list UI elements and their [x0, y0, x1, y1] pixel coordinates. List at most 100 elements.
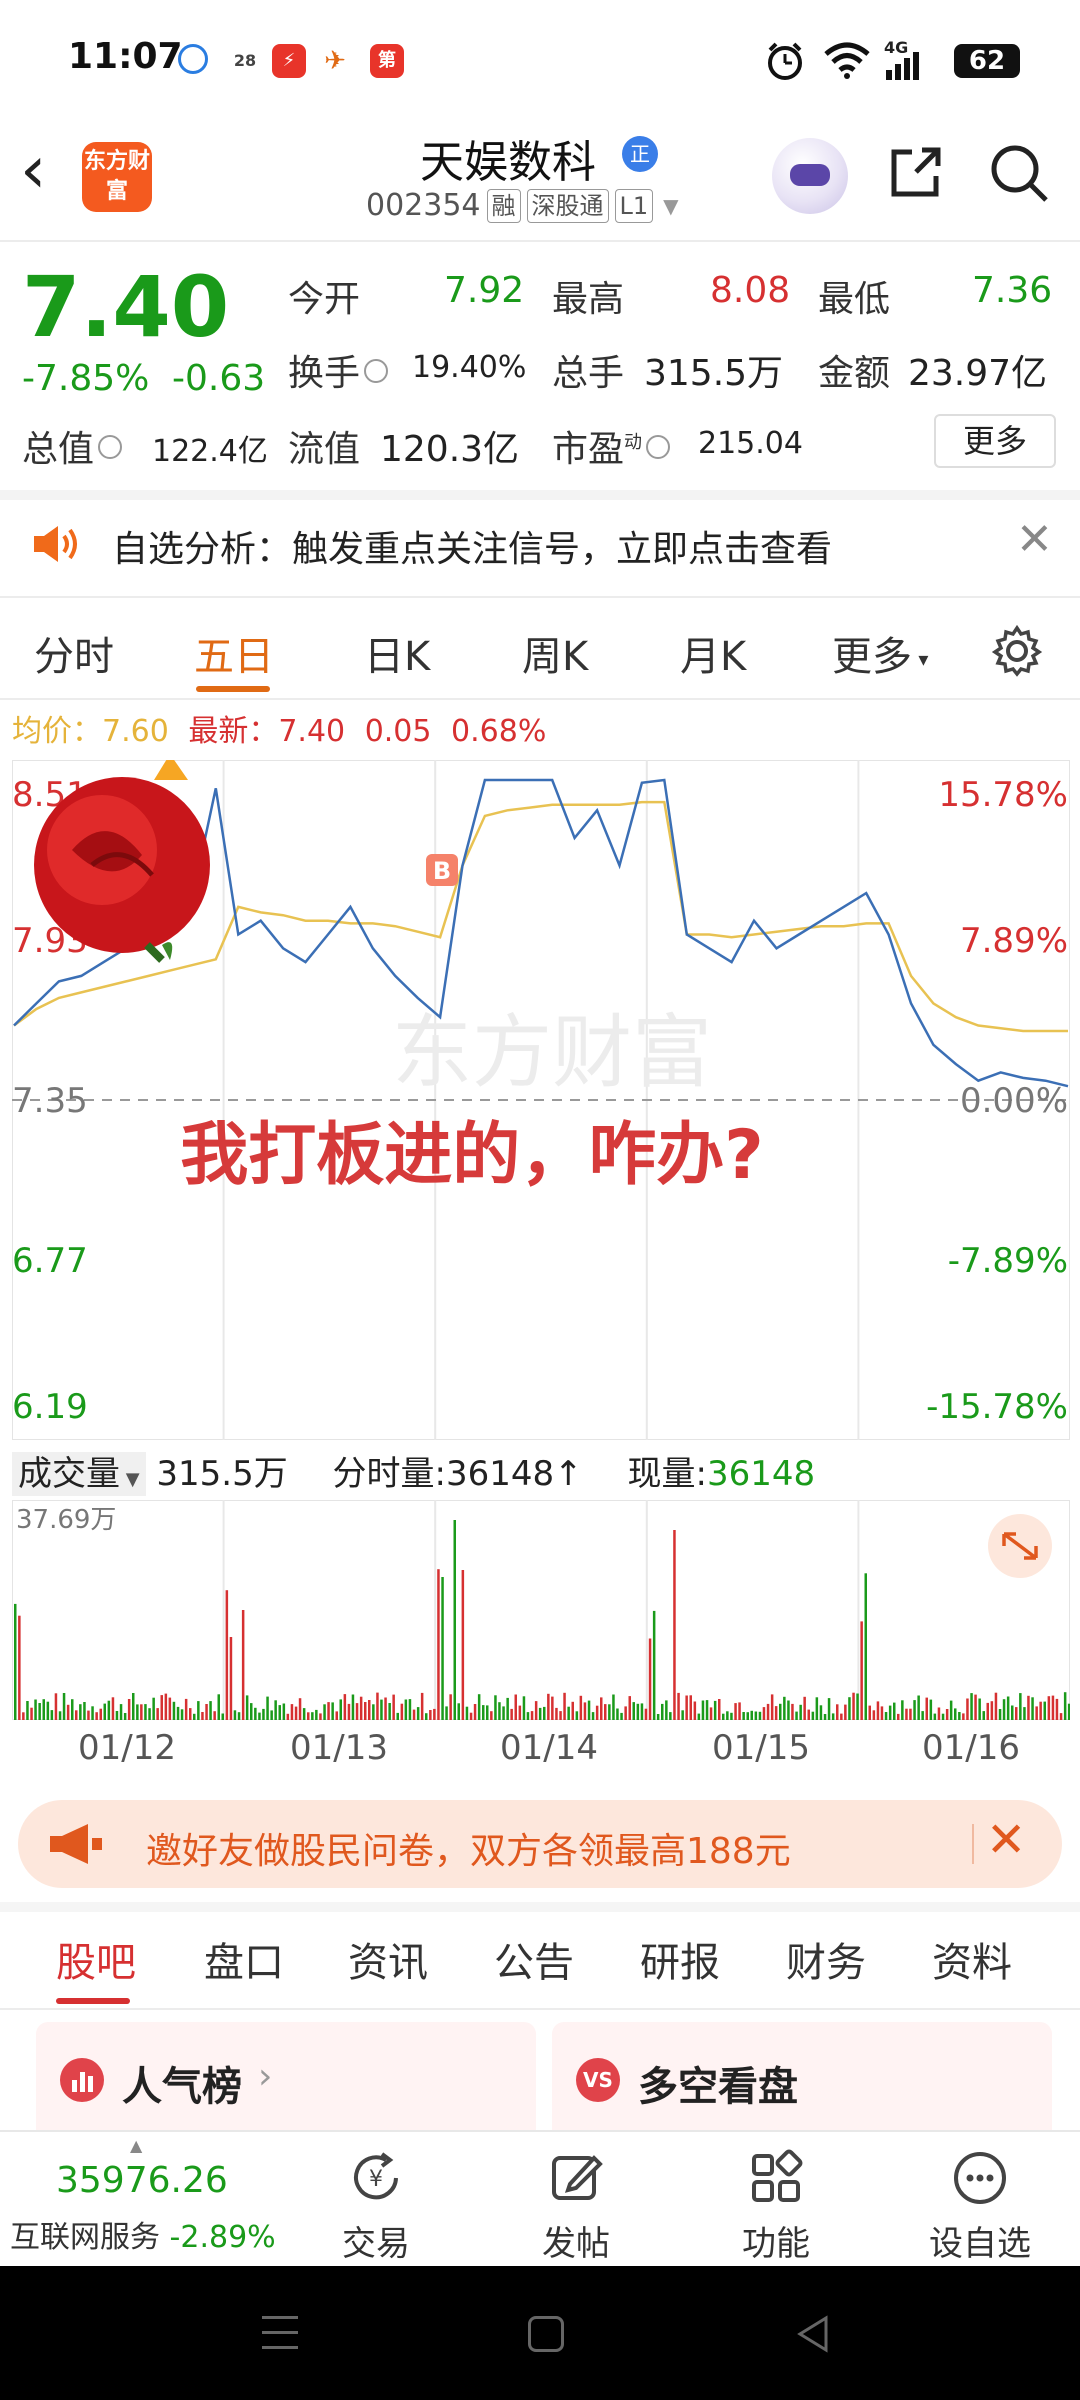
index-row[interactable]: 互联网服务 -2.89% — [10, 2212, 276, 2256]
stock-code-row[interactable]: 002354 融 深股通 L1 ▼ — [366, 188, 679, 223]
volume-bar — [811, 1711, 815, 1720]
overlay-caption: 我打板进的，咋办? — [180, 1116, 763, 1195]
volume-bar — [339, 1699, 342, 1720]
dropdown-triangle-icon: ▼ — [120, 1469, 140, 1490]
volume-bar — [823, 1714, 827, 1720]
volume-bar — [591, 1712, 595, 1720]
mktcap-label: 总值 — [22, 420, 126, 472]
volume-bar — [315, 1709, 318, 1720]
bull-bear-card[interactable]: VS 多空看盘 — [552, 2022, 1052, 2142]
more-button[interactable]: 更多 — [934, 414, 1056, 468]
volume-bar — [437, 1569, 440, 1720]
low-label: 最低 — [818, 279, 891, 320]
high-value: 8.08 — [710, 270, 791, 311]
bar-chart-icon — [60, 2058, 104, 2102]
card-title: 人气榜 — [122, 2064, 242, 2110]
float-value: 120.3亿 — [380, 429, 520, 470]
active-tab-indicator — [196, 686, 270, 692]
edit-icon — [552, 2155, 603, 2200]
volume-bar — [909, 1708, 912, 1720]
tab-orderbook[interactable]: 盘口 — [204, 1930, 284, 1988]
calendar-notification-icon: 28 — [228, 44, 262, 78]
volume-bar — [612, 1694, 615, 1720]
nav-trade[interactable]: ¥ 交易 — [306, 2148, 446, 2265]
volume-bar — [559, 1711, 562, 1720]
volume-bar — [693, 1701, 697, 1720]
volume-bar — [290, 1704, 294, 1720]
volume-bar — [595, 1705, 599, 1720]
volume-bar — [587, 1700, 591, 1720]
volume-bar — [1006, 1696, 1010, 1720]
volume-chart[interactable]: 37.69万 — [12, 1500, 1070, 1720]
volume-bar — [787, 1700, 790, 1720]
menu-icon[interactable] — [262, 2316, 298, 2350]
volume-bar — [254, 1707, 257, 1720]
volume-bar — [404, 1699, 408, 1720]
volume-bar — [925, 1697, 928, 1720]
grid-apps-icon — [752, 2149, 803, 2202]
nav-add-watchlist[interactable]: 设自选 — [910, 2148, 1050, 2265]
volume-bar — [343, 1694, 347, 1720]
volume-bar — [844, 1704, 847, 1720]
volume-bar — [905, 1708, 908, 1720]
close-icon[interactable]: ✕ — [1016, 514, 1053, 565]
volume-bar — [396, 1712, 399, 1720]
avg-price: 7.60 — [102, 714, 169, 749]
turnover-label: 换手 — [288, 344, 392, 396]
volume-bar — [506, 1697, 509, 1720]
volume-bar — [1063, 1692, 1067, 1720]
back-button[interactable]: ‹ — [20, 137, 80, 210]
tab-five-day[interactable]: 五日 — [194, 624, 274, 682]
volume-bar — [1039, 1701, 1042, 1720]
nav-functions[interactable]: 功能 — [706, 2148, 846, 2265]
tab-research[interactable]: 研报 — [640, 1930, 720, 1988]
volume-bar — [815, 1697, 819, 1720]
more-dots-icon — [954, 2152, 1006, 2204]
mktcap-value: 122.4亿 — [152, 434, 268, 469]
volume-bar — [998, 1709, 1002, 1720]
volume-bar — [571, 1701, 574, 1720]
volume-bar — [197, 1701, 200, 1720]
promo-banner[interactable]: 邀好友做股民问卷，双方各领最高188元 ✕ — [18, 1800, 1062, 1888]
volume-bar — [652, 1610, 656, 1720]
volume-bar — [250, 1703, 253, 1720]
volume-bar — [840, 1713, 843, 1720]
volume-bar — [856, 1693, 859, 1720]
app-notification-icon-2: 第 — [370, 44, 404, 78]
tab-monthly-k[interactable]: 月K — [680, 624, 746, 682]
notice-bar[interactable]: 自选分析：触发重点关注信号，立即点击查看 ✕ — [0, 492, 1080, 596]
settings-gear-icon[interactable] — [990, 624, 1044, 678]
volume-bar — [75, 1710, 78, 1720]
tab-financials[interactable]: 财务 — [786, 1930, 866, 1988]
index-value[interactable]: 35976.26 — [56, 2160, 228, 2201]
volume-bar — [567, 1706, 570, 1720]
volume-bar — [864, 1573, 867, 1720]
share-icon[interactable] — [886, 142, 946, 202]
popularity-card[interactable]: 人气榜 › — [36, 2022, 536, 2142]
tab-weekly-k[interactable]: 周K — [522, 624, 588, 682]
volume-bar — [677, 1692, 680, 1720]
tab-intraday[interactable]: 分时 — [34, 624, 114, 682]
tab-announcements[interactable]: 公告 — [494, 1930, 574, 1988]
tab-daily-k[interactable]: 日K — [364, 624, 430, 682]
nav-post[interactable]: 发帖 — [506, 2148, 646, 2265]
ai-assistant-icon[interactable] — [772, 138, 848, 214]
bottom-nav: ▲ 35976.26 互联网服务 -2.89% ¥ 交易 发帖 功能 设自选 — [0, 2130, 1080, 2266]
tab-profile[interactable]: 资料 — [932, 1930, 1012, 1988]
search-icon[interactable] — [986, 140, 1052, 206]
tab-forum[interactable]: 股吧 — [56, 1930, 136, 1988]
back-nav-icon[interactable] — [794, 2314, 830, 2354]
date-label-4: 01/15 — [712, 1728, 810, 1768]
app-logo[interactable]: 东方财富 — [82, 142, 152, 212]
volume-bar — [779, 1703, 782, 1720]
volume-max-label: 37.69万 — [16, 1505, 116, 1535]
volume-bar — [237, 1712, 241, 1720]
tab-more[interactable]: 更多 ▾ — [832, 624, 928, 682]
tab-news[interactable]: 资讯 — [348, 1930, 428, 1988]
volume-bar — [380, 1699, 383, 1720]
latest-change: 0.05 — [364, 714, 432, 749]
volume-selector[interactable]: 成交量 ▼ — [12, 1452, 146, 1496]
home-icon[interactable] — [528, 2316, 564, 2352]
banner-close-icon[interactable]: ✕ — [986, 1812, 1026, 1868]
price-chart[interactable]: 东方财富 8.517.937.356.776.19 15.78%7.89%0.0… — [12, 760, 1070, 1440]
